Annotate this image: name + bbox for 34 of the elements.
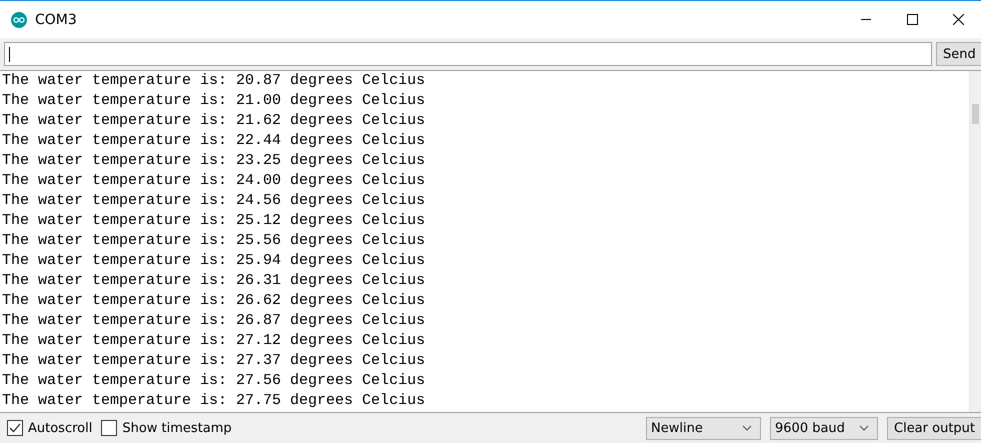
send-button[interactable]: Send xyxy=(936,42,981,66)
checkbox-label: Autoscroll xyxy=(28,420,92,436)
output-line: The water temperature is: 20.87 degrees Celcius xyxy=(2,71,426,91)
output-line: The water temperature is: 26.87 degrees Celcius xyxy=(2,311,426,331)
window-title: COM3 xyxy=(35,12,77,28)
output-line: The water temperature is: 21.62 degrees Celcius xyxy=(2,111,426,131)
output-line: The water temperature is: 26.62 degrees Celcius xyxy=(2,291,426,311)
input-field[interactable] xyxy=(4,42,932,66)
close-icon xyxy=(952,14,964,25)
checkbox[interactable] xyxy=(7,420,23,436)
output-line: The water temperature is: 26.31 degrees Celcius xyxy=(2,271,426,291)
chevron-icon xyxy=(859,425,869,431)
baud-rate-dropdown[interactable]: 9600 baud xyxy=(770,416,878,440)
output-line: The water temperature is: 24.00 degrees Celcius xyxy=(2,171,426,191)
output-line: The water temperature is: 27.56 degrees Celcius xyxy=(2,371,426,391)
output-line: The water temperature is: 25.56 degrees Celcius xyxy=(2,231,426,251)
clear-output-button[interactable]: Clear output xyxy=(887,416,981,440)
output-line: The water temperature is: 24.56 degrees Celcius xyxy=(2,191,426,211)
minimize-icon xyxy=(861,19,871,20)
output-line: The water temperature is: 21.00 degrees Celcius xyxy=(2,91,426,111)
app-logo-icon xyxy=(11,12,27,28)
checkbox[interactable] xyxy=(101,420,118,436)
checkbox-label: Show timestamp xyxy=(122,420,232,436)
output-line: The water temperature is: 25.94 degrees Celcius xyxy=(2,251,426,271)
chevron-icon xyxy=(742,425,752,431)
scrollbar-thumb[interactable] xyxy=(972,104,979,124)
line-ending-dropdown[interactable]: Newline xyxy=(646,416,761,440)
maximize-icon xyxy=(906,14,918,25)
output-line: The water temperature is: 22.44 degrees Celcius xyxy=(2,131,426,151)
output-line: The water temperature is: 27.75 degrees Celcius xyxy=(2,391,426,411)
output-line: The water temperature is: 27.12 degrees Celcius xyxy=(2,331,426,351)
output-line: The water temperature is: 25.12 degrees Celcius xyxy=(2,211,426,231)
output-line: The water temperature is: 23.25 degrees Celcius xyxy=(2,151,426,171)
output-line: The water temperature is: 27.37 degrees Celcius xyxy=(2,351,426,371)
